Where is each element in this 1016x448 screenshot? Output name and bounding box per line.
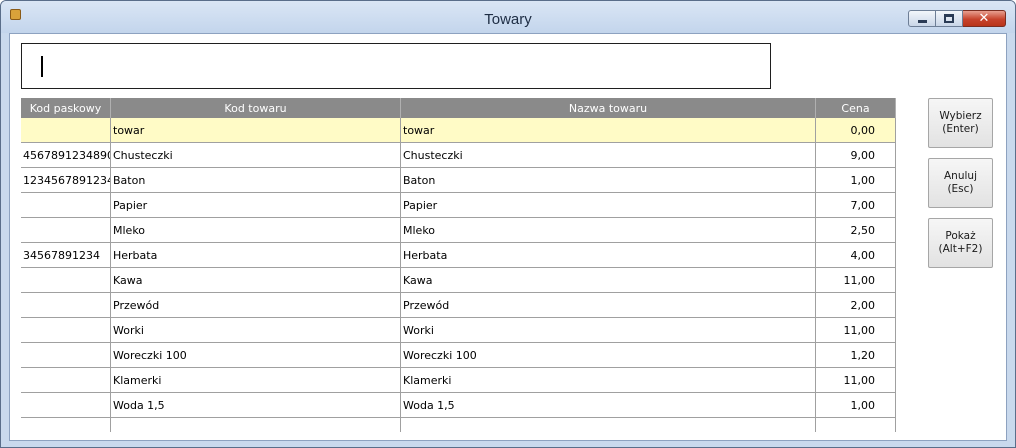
column-header-barcode[interactable]: Kod paskowy: [21, 98, 111, 118]
table-row[interactable]: [21, 418, 896, 432]
window-title: Towary: [484, 11, 532, 28]
close-button[interactable]: ✕: [963, 10, 1006, 27]
minimize-icon: [917, 19, 927, 23]
cell-product-name[interactable]: towar: [401, 118, 816, 142]
cell-product-code[interactable]: Klamerki: [111, 368, 401, 392]
column-header-price[interactable]: Cena: [816, 98, 896, 118]
close-icon: ✕: [978, 11, 990, 26]
table-row[interactable]: 4567891234890 Chusteczki Chusteczki 9,00: [21, 143, 896, 168]
cell-product-code[interactable]: Herbata: [111, 243, 401, 267]
cell-price[interactable]: [816, 418, 896, 432]
cell-price[interactable]: 1,00: [816, 168, 896, 192]
cell-price[interactable]: 1,20: [816, 343, 896, 367]
cell-product-code[interactable]: Kawa: [111, 268, 401, 292]
cell-product-code[interactable]: Baton: [111, 168, 401, 192]
cell-product-code[interactable]: Mleko: [111, 218, 401, 242]
cell-barcode[interactable]: [21, 118, 111, 142]
text-caret: [41, 56, 43, 77]
cell-barcode[interactable]: 1234567891234...: [21, 168, 111, 192]
cell-product-name[interactable]: Woreczki 100: [401, 343, 816, 367]
show-button-label: Pokaż: [945, 230, 976, 242]
cancel-button-shortcut: (Esc): [947, 183, 974, 195]
products-window: Towary ✕ Kod paskowy Kod towaru Nazwa to…: [0, 0, 1016, 448]
cell-barcode[interactable]: [21, 193, 111, 217]
cell-product-name[interactable]: Chusteczki: [401, 143, 816, 167]
table-row[interactable]: Woda 1,5 Woda 1,5 1,00: [21, 393, 896, 418]
cell-barcode[interactable]: [21, 293, 111, 317]
table-row[interactable]: 34567891234 Herbata Herbata 4,00: [21, 243, 896, 268]
cell-barcode[interactable]: [21, 268, 111, 292]
cell-product-name[interactable]: Worki: [401, 318, 816, 342]
show-button[interactable]: Pokaż (Alt+F2): [928, 218, 993, 268]
table-row[interactable]: Mleko Mleko 2,50: [21, 218, 896, 243]
cell-product-name[interactable]: Przewód: [401, 293, 816, 317]
cell-barcode[interactable]: [21, 318, 111, 342]
table-row[interactable]: Papier Papier 7,00: [21, 193, 896, 218]
cell-barcode[interactable]: 4567891234890: [21, 143, 111, 167]
table-row[interactable]: Worki Worki 11,00: [21, 318, 896, 343]
table-row[interactable]: Kawa Kawa 11,00: [21, 268, 896, 293]
cell-price[interactable]: 11,00: [816, 368, 896, 392]
cell-price[interactable]: 9,00: [816, 143, 896, 167]
cell-price[interactable]: 11,00: [816, 318, 896, 342]
cell-price[interactable]: 0,00: [816, 118, 896, 142]
select-button-shortcut: (Enter): [942, 123, 979, 135]
title-bar[interactable]: Towary ✕: [1, 1, 1015, 33]
cancel-button-label: Anuluj: [944, 170, 977, 182]
cell-product-code[interactable]: Przewód: [111, 293, 401, 317]
select-button-label: Wybierz: [939, 110, 982, 122]
maximize-icon: [944, 14, 954, 23]
minimize-button[interactable]: [908, 10, 936, 27]
client-area: Kod paskowy Kod towaru Nazwa towaru Cena…: [9, 33, 1007, 441]
table-row[interactable]: Klamerki Klamerki 11,00: [21, 368, 896, 393]
cell-barcode[interactable]: [21, 218, 111, 242]
cell-price[interactable]: 11,00: [816, 268, 896, 292]
cell-price[interactable]: 4,00: [816, 243, 896, 267]
cell-product-name[interactable]: Woda 1,5: [401, 393, 816, 417]
cell-barcode[interactable]: [21, 368, 111, 392]
cell-product-name[interactable]: Herbata: [401, 243, 816, 267]
cell-product-code[interactable]: Woda 1,5: [111, 393, 401, 417]
cell-product-code[interactable]: [111, 418, 401, 432]
table-row-selected[interactable]: towar towar 0,00: [21, 118, 896, 143]
cell-product-code[interactable]: Worki: [111, 318, 401, 342]
show-button-shortcut: (Alt+F2): [938, 243, 983, 255]
products-grid[interactable]: Kod paskowy Kod towaru Nazwa towaru Cena…: [21, 98, 896, 432]
grid-header: Kod paskowy Kod towaru Nazwa towaru Cena: [21, 98, 896, 118]
select-button[interactable]: Wybierz (Enter): [928, 98, 993, 148]
table-row[interactable]: 1234567891234...BatonBaton1,00: [21, 168, 896, 193]
cancel-button[interactable]: Anuluj (Esc): [928, 158, 993, 208]
cell-product-code[interactable]: Papier: [111, 193, 401, 217]
cell-price[interactable]: 7,00: [816, 193, 896, 217]
cell-price[interactable]: 2,50: [816, 218, 896, 242]
cell-barcode[interactable]: [21, 343, 111, 367]
cell-product-name[interactable]: Baton: [401, 168, 816, 192]
column-header-product-code[interactable]: Kod towaru: [111, 98, 401, 118]
cell-product-name[interactable]: Mleko: [401, 218, 816, 242]
cell-product-name[interactable]: Klamerki: [401, 368, 816, 392]
cell-price[interactable]: 2,00: [816, 293, 896, 317]
maximize-button[interactable]: [936, 10, 963, 27]
column-header-product-name[interactable]: Nazwa towaru: [401, 98, 816, 118]
cell-price[interactable]: 1,00: [816, 393, 896, 417]
cell-product-code[interactable]: Chusteczki: [111, 143, 401, 167]
cell-product-name[interactable]: Kawa: [401, 268, 816, 292]
search-input[interactable]: [21, 43, 771, 89]
table-row[interactable]: Woreczki 100 Woreczki 100 1,20: [21, 343, 896, 368]
cell-product-name[interactable]: [401, 418, 816, 432]
cell-product-name[interactable]: Papier: [401, 193, 816, 217]
table-row[interactable]: Przewód Przewód 2,00: [21, 293, 896, 318]
cell-product-code[interactable]: Woreczki 100: [111, 343, 401, 367]
cell-barcode[interactable]: 34567891234: [21, 243, 111, 267]
grid-body: towar towar 0,00 4567891234890 Chusteczki Chu…: [21, 118, 896, 432]
cell-barcode[interactable]: [21, 393, 111, 417]
cell-product-code[interactable]: towar: [111, 118, 401, 142]
cell-barcode[interactable]: [21, 418, 111, 432]
